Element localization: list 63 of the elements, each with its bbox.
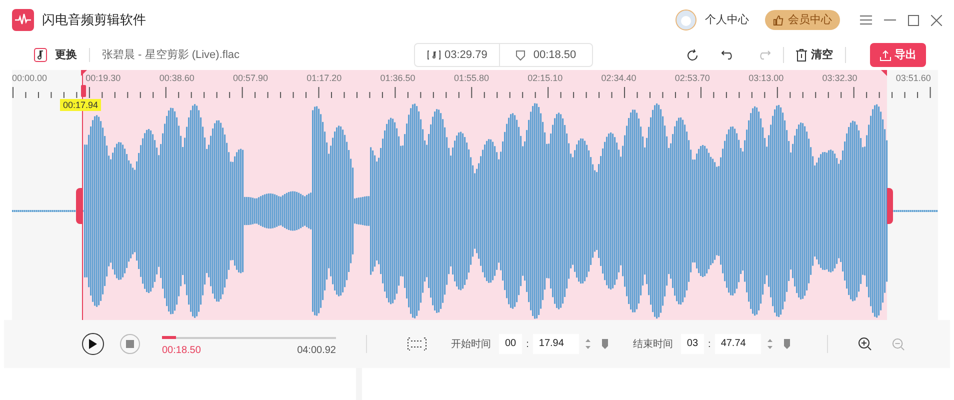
zoom-in-icon[interactable] [858,337,872,351]
trash-icon [796,48,807,62]
duration-display: 03:29.79 [414,44,500,66]
refresh-icon[interactable] [686,48,699,62]
end-marker-icon [881,70,887,76]
time-separator: : [525,338,530,352]
seconds-field[interactable]: 47.74 [714,334,761,354]
vip-button[interactable]: 会员中心 [765,10,840,30]
app-logo-icon [12,9,34,31]
profile-link[interactable]: 个人中心 [705,12,749,28]
play-icon [89,339,97,349]
close-icon[interactable] [931,14,942,26]
play-button[interactable] [82,333,104,355]
playhead-time: 00:17.94 [60,99,102,111]
zoom-out-icon[interactable] [892,338,905,350]
music-note-icon [426,50,441,60]
time-label: 02:34.40 [601,72,638,85]
stop-button[interactable] [120,334,140,354]
time-field-label: 结束时间 [632,338,673,352]
time-label: 01:55.80 [454,72,490,85]
spinner-icon[interactable] [584,338,591,350]
undo-icon[interactable] [721,50,735,60]
marker-icon[interactable] [600,338,609,350]
minutes-field[interactable]: 00 [499,334,522,354]
maximize-icon[interactable] [908,14,919,26]
playhead-handle-icon[interactable] [81,70,87,98]
thumbs-up-icon [773,14,784,26]
seconds-field[interactable]: 17.94 [532,334,579,354]
minutes-field[interactable]: 03 [680,334,704,354]
time-field-label: 开始时间 [451,338,491,352]
stop-icon [126,340,134,348]
end-handle[interactable] [887,188,893,224]
marker-icon[interactable] [782,338,791,350]
shield-icon [516,50,526,60]
clear-button[interactable]: 清空 [796,46,833,64]
time-label: 00:38.60 [159,72,196,85]
spinner-icon[interactable] [766,338,773,350]
menu-icon[interactable] [860,15,872,25]
upload-icon [880,50,890,60]
time-label: 00:57.90 [232,72,270,85]
time-label: 03:13.00 [748,72,785,85]
window-title: 闪电音频剪辑软件 [42,11,146,30]
time-label: 00:19.30 [86,72,122,85]
time-label: 02:15.10 [528,72,564,85]
select-all-icon[interactable] [407,337,427,351]
time-label: 03:32.30 [822,72,858,85]
replace-button[interactable]: 更换 [55,46,77,64]
file-name: 张碧晨 - 星空剪影 (Live).flac [102,48,240,63]
time-label: 01:36.50 [380,72,416,85]
timeline-panel[interactable]: 00:00.00 00:19.30 00:38.60 00:57.90 01:17.20 01:36.50 01:55.80 02:15.10 02:34.40 02:53.70 03:13.00 03:32.30 03:51.60 00:17.94 [12,70,938,320]
time-separator: : [707,338,712,352]
time-label: 00:00.00 [12,72,48,85]
redo-icon[interactable] [757,50,771,60]
total-time: 04:00.92 [297,344,336,358]
time-label: 01:17.20 [306,72,343,85]
time-label: 02:53.70 [674,72,711,85]
music-file-icon[interactable] [34,48,47,62]
time-label: 03:51.60 [896,72,932,85]
selection-length-display: 00:18.50 [500,44,592,66]
export-button[interactable]: 导出 [870,43,926,67]
minimize-icon[interactable] [884,19,896,21]
start-handle[interactable] [76,188,82,224]
current-time: 00:18.50 [162,344,201,358]
